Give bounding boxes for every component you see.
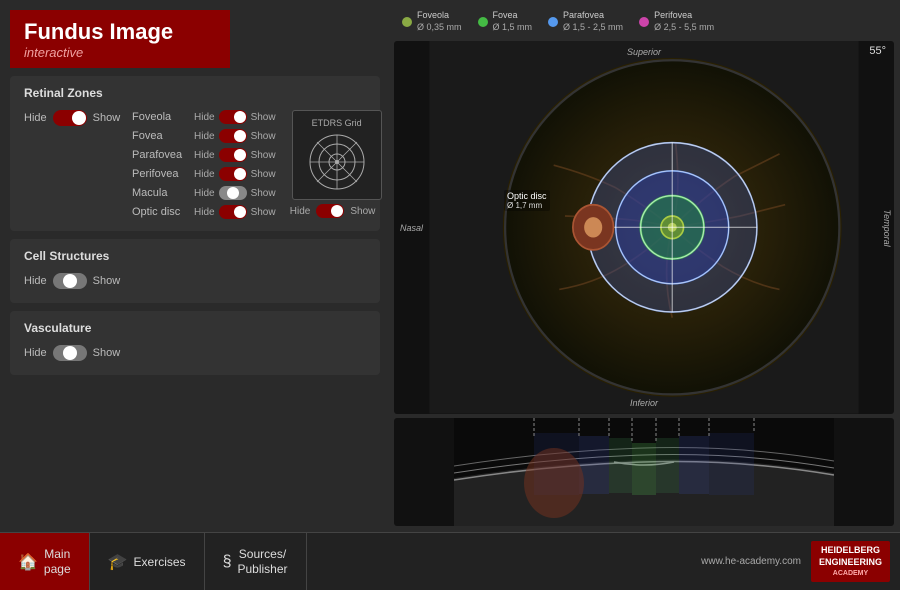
legend-foveola-size: Ø 0,35 mm [417,22,462,34]
etdrs-show: Show [350,206,375,217]
cell-hide-label: Hide [24,275,47,287]
zone-label-fovea: Fovea [132,130,190,142]
app-header: Fundus Image interactive [10,10,230,68]
legend-parafovea-size: Ø 1,5 - 2,5 mm [563,22,623,34]
app-container: Fundus Image interactive Retinal Zones H… [0,0,900,590]
zone-row-parafovea: Parafovea Hide Show [132,148,276,162]
etdrs-grid-svg [307,132,367,192]
legend-dot-fovea [478,17,488,27]
cell-structures-toggle[interactable] [53,273,87,289]
retinal-zones-title: Retinal Zones [24,86,366,100]
zone-toggle-fovea[interactable] [219,129,247,143]
home-icon: 🏠 [18,552,38,572]
vasc-show-label: Show [93,347,121,359]
app-subtitle: interactive [24,45,216,60]
legend-parafovea-label: Parafovea [563,10,623,22]
superior-label: Superior [627,47,661,57]
logo-line2: ENGINEERING [819,557,882,569]
zone-row-optic-disc: Optic disc Hide Show [132,205,276,219]
zone-label-parafovea: Parafovea [132,149,190,161]
legend-fovea-size: Ø 1,5 mm [493,22,533,34]
zone-label-optic-disc: Optic disc [132,206,190,218]
cell-structures-toggle-row: Hide Show [24,273,366,289]
legend-parafovea: Parafovea Ø 1,5 - 2,5 mm [548,10,623,33]
legend-perifovea-label: Perifovea [654,10,714,22]
retinal-zones-section: Retinal Zones Hide Show [10,76,380,231]
exercises-label: Exercises [134,555,186,569]
retinal-zones-hide-label: Hide [24,112,47,124]
inferior-label: Inferior [630,398,658,408]
optic-disc-label: Optic disc Ø 1,7 mm [504,190,550,211]
main-page-btn[interactable]: 🏠 Mainpage [0,533,90,590]
retinal-zones-toggle[interactable] [53,110,87,126]
zone-toggle-foveola[interactable] [219,110,247,124]
vasculature-toggle[interactable] [53,345,87,361]
legend-perifovea: Perifovea Ø 2,5 - 5,5 mm [639,10,714,33]
zone-row-macula: Macula Hide Show [132,186,276,200]
footer-right: www.he-academy.com HEIDELBERG ENGINEERIN… [307,533,900,590]
zone-row-perifovea: Perifovea Hide Show [132,167,276,181]
temporal-label: Temporal [882,209,892,246]
etdrs-toggle[interactable] [316,204,344,218]
vasculature-section: Vasculature Hide Show [10,311,380,375]
legend-dot-parafovea [548,17,558,27]
zone-row-fovea: Fovea Hide Show [132,129,276,143]
app-title: Fundus Image [24,19,216,45]
retinal-zones-show-label: Show [93,112,121,124]
footer-url: www.he-academy.com [701,556,801,567]
legend-dot-foveola [402,17,412,27]
zone-row-foveola: Foveola Hide Show [132,110,276,124]
sources-btn[interactable]: § Sources/Publisher [205,533,307,590]
cell-structures-title: Cell Structures [24,249,366,263]
right-panel: Foveola Ø 0,35 mm Fovea Ø 1,5 mm Parafov… [390,0,900,532]
legend-fovea-label: Fovea [493,10,533,22]
sources-label: Sources/Publisher [237,547,287,576]
zone-label-perifovea: Perifovea [132,168,190,180]
legend-foveola: Foveola Ø 0,35 mm [402,10,462,33]
logo-line1: HEIDELBERG [819,545,882,557]
cell-structures-section: Cell Structures Hide Show [10,239,380,303]
vasc-hide-label: Hide [24,347,47,359]
legend-perifovea-size: Ø 2,5 - 5,5 mm [654,22,714,34]
oct-strip [394,418,894,526]
zone-toggle-parafovea[interactable] [219,148,247,162]
vasculature-toggle-row: Hide Show [24,345,366,361]
logo-line3: ACADEMY [819,569,882,578]
he-logo: HEIDELBERG ENGINEERING ACADEMY [811,541,890,581]
zone-label-macula: Macula [132,187,190,199]
cell-show-label: Show [93,275,121,287]
exercises-icon: 🎓 [108,552,128,572]
etdrs-grid-box: ETDRS Grid [292,110,382,200]
sources-icon: § [223,553,232,571]
etdrs-toggle-row: Hide Show [290,204,376,218]
legend-row: Foveola Ø 0,35 mm Fovea Ø 1,5 mm Parafov… [394,6,894,37]
degree-label: 55° [869,45,886,57]
zone-toggle-optic-disc[interactable] [219,205,247,219]
zone-toggle-perifovea[interactable] [219,167,247,181]
footer: 🏠 Mainpage 🎓 Exercises § Sources/Publish… [0,532,900,590]
main-page-label: Mainpage [44,547,71,576]
exercises-btn[interactable]: 🎓 Exercises [90,533,205,590]
etdrs-label: ETDRS Grid [312,118,362,128]
legend-dot-perifovea [639,17,649,27]
content-row: Fundus Image interactive Retinal Zones H… [0,0,900,532]
fundus-image[interactable]: 55° Superior Inferior Nasal Temporal Opt… [394,41,894,414]
legend-fovea: Fovea Ø 1,5 mm [478,10,533,33]
zone-label-foveola: Foveola [132,111,190,123]
left-column: Fundus Image interactive Retinal Zones H… [0,0,390,532]
fundus-svg [394,41,894,414]
vasculature-title: Vasculature [24,321,366,335]
legend-foveola-label: Foveola [417,10,462,22]
zone-toggle-macula[interactable] [219,186,247,200]
oct-svg [394,418,894,526]
nasal-label: Nasal [400,223,423,233]
etdrs-hide: Hide [290,206,311,217]
retinal-zones-global-toggle-row: Hide Show [24,110,124,126]
